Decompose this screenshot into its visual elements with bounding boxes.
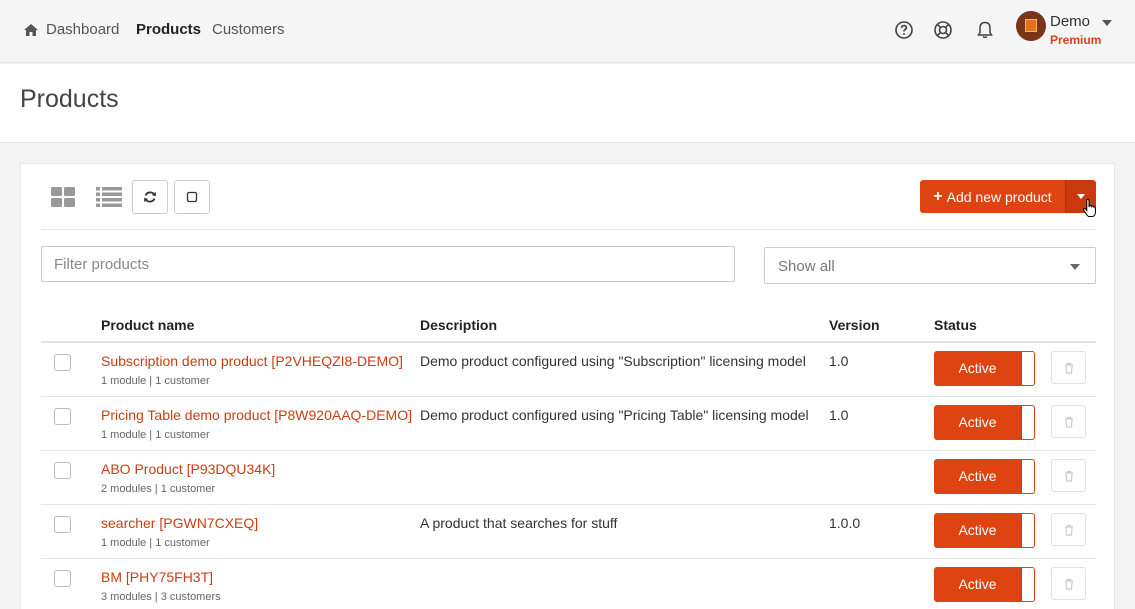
show-filter-value: Show all: [778, 258, 835, 275]
product-version: 1.0: [829, 407, 849, 423]
status-label: Active: [958, 468, 997, 484]
user-name[interactable]: Demo: [1050, 13, 1090, 30]
row-checkbox[interactable]: [54, 516, 71, 533]
table-row: Subscription demo product [P2VHEQZI8-DEM…: [41, 343, 1096, 397]
row-checkbox[interactable]: [54, 354, 71, 371]
delete-button[interactable]: [1051, 567, 1086, 600]
product-name-link[interactable]: Subscription demo product [P2VHEQZI8-DEM…: [101, 353, 403, 369]
status-toggle[interactable]: Active: [934, 459, 1035, 494]
refresh-button[interactable]: [132, 180, 168, 214]
plus-icon: +: [933, 187, 943, 205]
column-header-status[interactable]: Status: [934, 317, 977, 333]
top-navbar: Dashboard Products Customers Demo Premiu…: [0, 0, 1135, 63]
filter-products-input[interactable]: [41, 246, 735, 282]
product-description: Demo product configured using "Pricing T…: [420, 407, 809, 423]
product-description: Demo product configured using "Subscript…: [420, 353, 806, 369]
toolbar-divider: [41, 229, 1096, 230]
table-row: BM [PHY75FH3T] 3 modules | 3 customers A…: [41, 559, 1096, 609]
product-name-link[interactable]: Pricing Table demo product [P8W920AAQ-DE…: [101, 407, 412, 423]
toggle-knob: [1021, 460, 1034, 493]
product-version: 1.0: [829, 353, 849, 369]
product-name-link[interactable]: ABO Product [P93DQU34K]: [101, 461, 275, 477]
product-meta: 3 modules | 3 customers: [101, 591, 221, 603]
help-icon[interactable]: [894, 20, 914, 40]
delete-button[interactable]: [1051, 351, 1086, 384]
trash-icon: [1064, 362, 1073, 374]
bell-icon[interactable]: [975, 20, 995, 40]
add-new-product-label: Add new product: [946, 188, 1052, 205]
add-new-product-button[interactable]: + Add new product: [920, 180, 1065, 213]
nav-products[interactable]: Products: [136, 21, 201, 38]
product-meta: 1 module | 1 customer: [101, 537, 210, 549]
table-row: ABO Product [P93DQU34K] 2 modules | 1 cu…: [41, 451, 1096, 505]
product-meta: 1 module | 1 customer: [101, 429, 210, 441]
avatar[interactable]: [1016, 11, 1046, 41]
show-filter-select[interactable]: Show all: [764, 247, 1096, 284]
table-row: searcher [PGWN7CXEQ] 1 module | 1 custom…: [41, 505, 1096, 559]
user-plan-badge: Premium: [1050, 33, 1102, 47]
list-view-icon: [96, 187, 122, 207]
list-view-button[interactable]: [91, 180, 127, 214]
status-label: Active: [958, 360, 997, 376]
status-toggle[interactable]: Active: [934, 405, 1035, 440]
status-toggle[interactable]: Active: [934, 351, 1035, 386]
column-header-name[interactable]: Product name: [101, 317, 194, 333]
checkbox-icon: [186, 191, 198, 203]
status-toggle[interactable]: Active: [934, 567, 1035, 602]
product-name-link[interactable]: searcher [PGWN7CXEQ]: [101, 515, 258, 531]
page-title: Products: [20, 85, 119, 113]
chevron-down-icon: [1070, 264, 1080, 270]
row-checkbox[interactable]: [54, 570, 71, 587]
toggle-knob: [1021, 514, 1034, 547]
product-description: A product that searches for stuff: [420, 515, 618, 531]
row-checkbox[interactable]: [54, 408, 71, 425]
products-card: + Add new product Show all Product name …: [20, 163, 1115, 609]
status-label: Active: [958, 522, 997, 538]
toggle-knob: [1021, 352, 1034, 385]
trash-icon: [1064, 578, 1073, 590]
delete-button[interactable]: [1051, 459, 1086, 492]
column-header-version[interactable]: Version: [829, 317, 880, 333]
toggle-knob: [1021, 568, 1034, 601]
home-icon[interactable]: [23, 22, 39, 38]
refresh-icon: [144, 191, 156, 203]
toggle-knob: [1021, 406, 1034, 439]
product-version: 1.0.0: [829, 515, 861, 531]
nav-customers[interactable]: Customers: [212, 21, 285, 38]
column-header-description[interactable]: Description: [420, 317, 497, 333]
trash-icon: [1064, 524, 1073, 536]
row-checkbox[interactable]: [54, 462, 71, 479]
product-meta: 1 module | 1 customer: [101, 375, 210, 387]
trash-icon: [1064, 416, 1073, 428]
status-toggle[interactable]: Active: [934, 513, 1035, 548]
product-meta: 2 modules | 1 customer: [101, 483, 216, 495]
product-name-link[interactable]: BM [PHY75FH3T]: [101, 569, 213, 585]
hand-cursor-icon: [1082, 198, 1097, 217]
trash-icon: [1064, 470, 1073, 482]
status-label: Active: [958, 576, 997, 592]
status-label: Active: [958, 414, 997, 430]
support-icon[interactable]: [933, 20, 953, 40]
page-header: Products: [0, 64, 1135, 143]
delete-button[interactable]: [1051, 513, 1086, 546]
table-row: Pricing Table demo product [P8W920AAQ-DE…: [41, 397, 1096, 451]
chevron-down-icon[interactable]: [1102, 20, 1112, 26]
grid-view-icon: [51, 187, 75, 207]
delete-button[interactable]: [1051, 405, 1086, 438]
grid-view-button[interactable]: [45, 180, 81, 214]
nav-dashboard[interactable]: Dashboard: [46, 21, 119, 38]
select-all-button[interactable]: [174, 180, 210, 214]
